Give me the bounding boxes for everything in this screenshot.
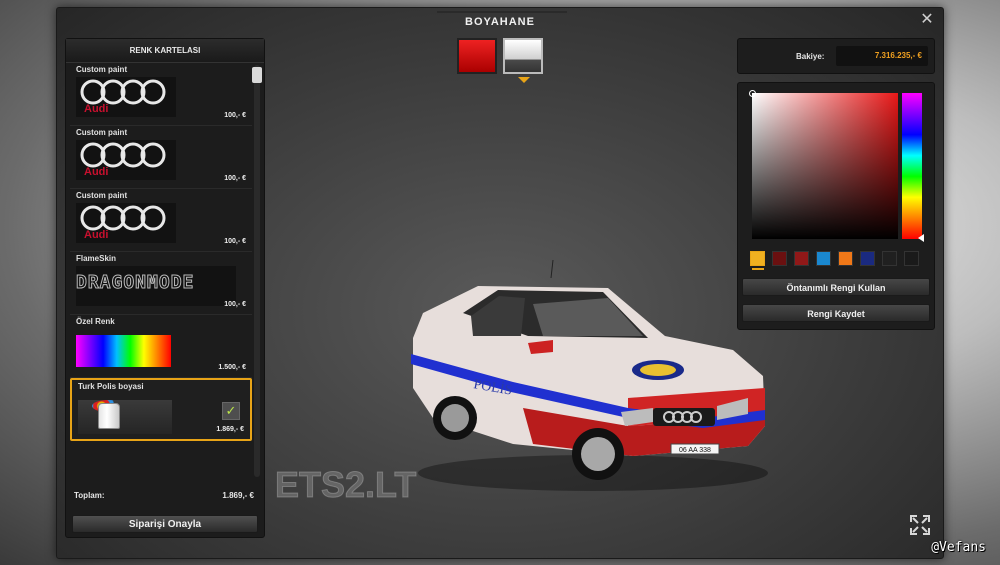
audi-wordmark: Audi [84,166,109,178]
hue-slider[interactable] [902,93,924,242]
confirm-order-button[interactable]: Siparişi Onayla [72,515,258,533]
paint-catalog-panel: RENK KARTELASI Custom paint Audi 100,- €… [65,38,265,538]
author-credit: @Vefans [931,540,986,555]
list-item[interactable]: Custom paint Audi 100,- € [70,189,252,252]
watermark-text: ETS2.LT [274,464,417,506]
balance-panel: Bakiye: 7.316.235,- € [737,38,935,74]
hue-slider-marker[interactable] [918,234,924,242]
preset-color-swatch[interactable] [904,251,919,266]
paint-can-thumbnail [78,400,172,434]
rainbow-swatch-icon [76,335,171,367]
list-item[interactable]: Özel Renk 1.500,- € [70,315,252,378]
preset-color-swatch[interactable] [794,251,809,266]
list-item[interactable]: Custom paint Audi 100,- € [70,126,252,189]
list-item-selected[interactable]: Turk Polis boyasi ✓ 1.869,- € [70,378,252,441]
preset-color-swatch[interactable] [772,251,787,266]
item-label: Custom paint [76,191,128,200]
item-price: 1.500,- € [218,364,246,371]
audi-rings-icon [80,205,166,231]
fullscreen-icon[interactable] [909,514,931,536]
item-price: 100,- € [224,112,246,119]
balance-label: Bakiye: [796,52,825,61]
license-plate: 06 AA 338 [679,447,711,454]
title-bar-line [437,11,567,13]
item-label: FlameSkin [76,254,117,263]
checkmark-icon[interactable]: ✓ [222,402,240,420]
saturation-value-box[interactable] [749,90,898,239]
item-price: 1.869,- € [216,426,244,433]
audi-logo-thumbnail: Audi [76,203,176,243]
primary-color-swatch[interactable] [457,38,497,74]
audi-wordmark: Audi [84,229,109,241]
audi-rings-icon [80,142,166,168]
item-label: Custom paint [76,128,128,137]
total-label: Toplam: [74,491,105,500]
preset-color-swatch[interactable] [860,251,875,266]
close-icon[interactable]: ✕ [919,12,935,28]
dragonmode-thumbnail: DRAGONMODE [76,266,236,306]
item-label: Turk Polis boyasi [78,382,144,391]
dragonmode-wordmark: DRAGONMODE [76,272,195,294]
list-item[interactable]: Custom paint Audi 100,- € [70,63,252,126]
catalog-header: RENK KARTELASI [66,39,264,63]
item-price: 100,- € [224,301,246,308]
window-title: BOYAHANE [465,16,535,28]
list-item[interactable]: FlameSkin DRAGONMODE 100,- € [70,252,252,315]
preset-color-swatch[interactable] [816,251,831,266]
paint-shop-window: BOYAHANE ✕ RENK KARTELASI Custom paint A… [56,7,944,559]
total-amount: 1.869,- € [222,491,254,500]
total-row: Toplam: 1.869,- € [74,491,256,500]
item-price: 100,- € [224,238,246,245]
preset-color-swatch[interactable] [838,251,853,266]
preset-color-swatch[interactable] [882,251,897,266]
audi-logo-thumbnail: Audi [76,77,176,117]
audi-wordmark: Audi [84,103,109,115]
audi-logo-thumbnail: Audi [76,140,176,180]
color-cursor[interactable] [749,90,756,97]
car-preview[interactable]: POLİS 06 AA 338 [403,258,773,498]
audi-rings-icon [80,79,166,105]
balance-value: 7.316.235,- € [836,46,928,66]
scrollbar-thumb[interactable] [252,67,262,83]
paint-can-icon [98,403,120,429]
item-label: Özel Renk [76,317,115,326]
list-scrollbar[interactable] [252,65,262,477]
selected-swatch-marker [518,77,530,83]
item-label: Custom paint [76,65,128,74]
item-price: 100,- € [224,175,246,182]
secondary-color-swatch[interactable] [503,38,543,74]
paint-list: Custom paint Audi 100,- € Custom paint A… [70,63,252,471]
